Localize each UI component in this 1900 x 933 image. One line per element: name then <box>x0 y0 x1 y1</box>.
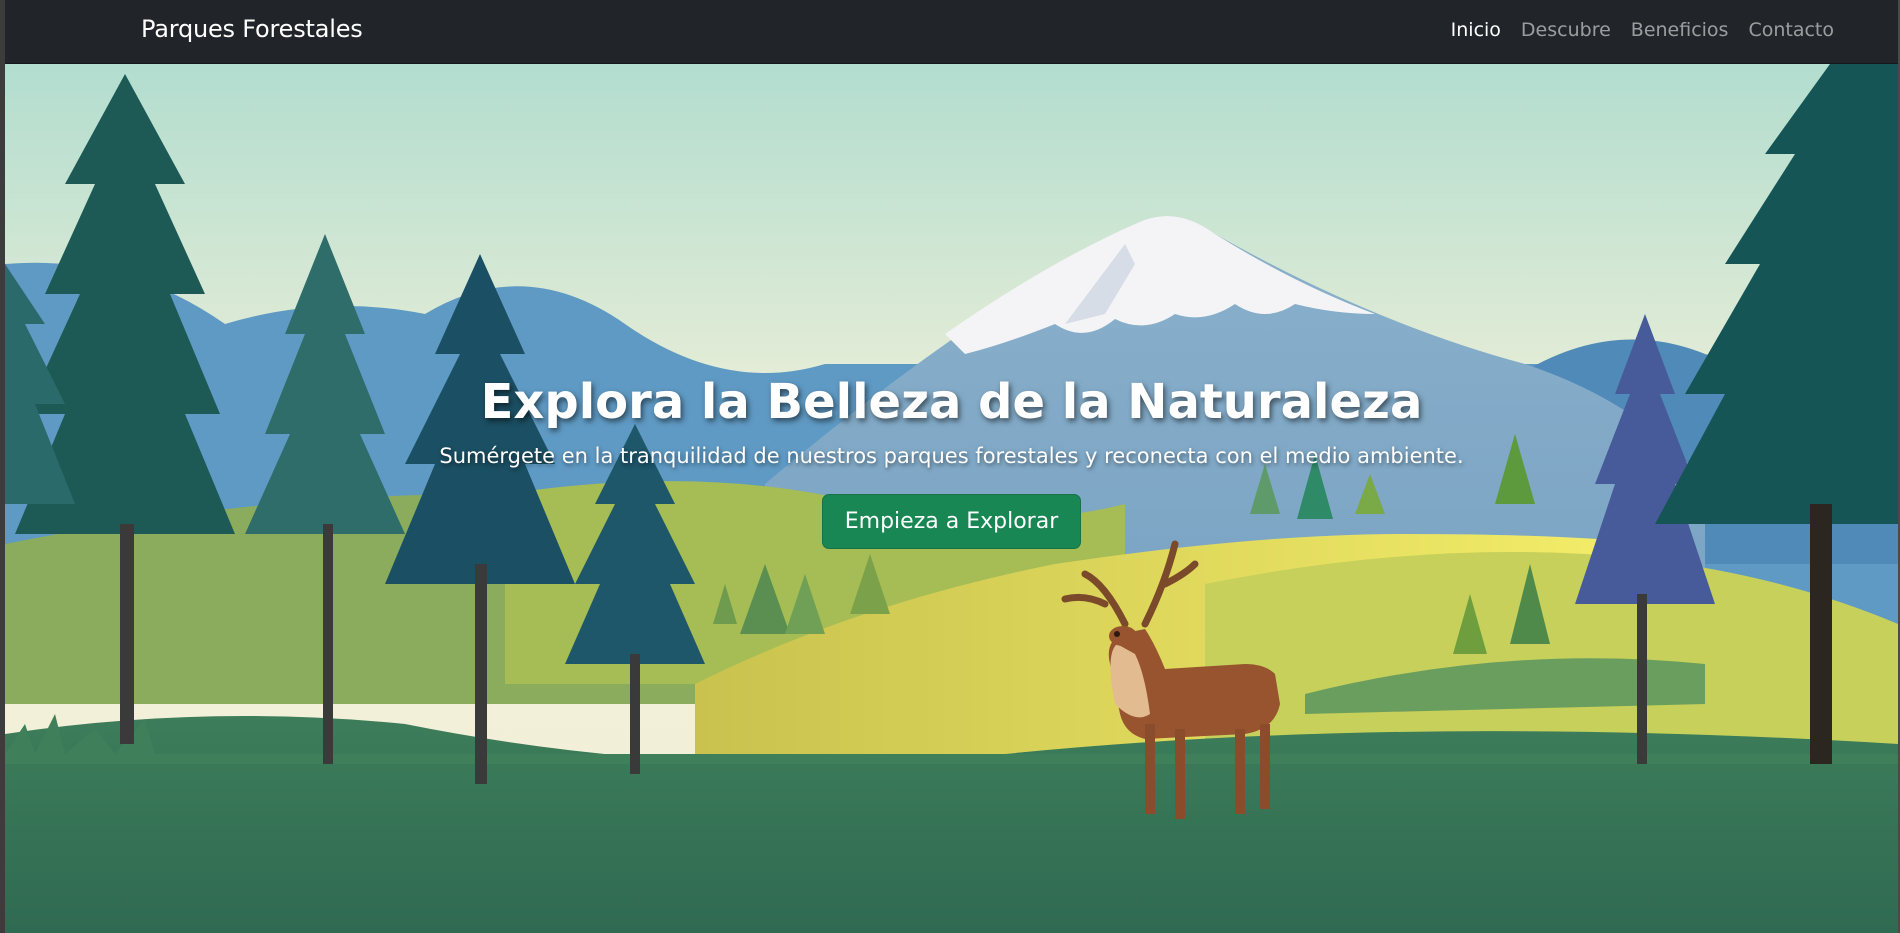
hero-title: Explora la Belleza de la Naturaleza <box>480 374 1423 430</box>
top-navbar: Parques Forestales Inicio Descubre Benef… <box>5 0 1898 64</box>
brand-logo-text[interactable]: Parques Forestales <box>141 15 363 43</box>
nav-link-inicio[interactable]: Inicio <box>1451 19 1501 41</box>
hero-content: Explora la Belleza de la Naturaleza Sumé… <box>5 374 1898 549</box>
hero-section: Explora la Belleza de la Naturaleza Sumé… <box>5 64 1898 933</box>
browser-viewport: Parques Forestales Inicio Descubre Benef… <box>0 0 1900 933</box>
window-edge-left <box>0 0 5 933</box>
nav-link-beneficios[interactable]: Beneficios <box>1631 19 1729 41</box>
nav-links: Inicio Descubre Beneficios Contacto <box>1451 19 1834 41</box>
explore-button[interactable]: Empieza a Explorar <box>821 494 1082 549</box>
nav-link-descubre[interactable]: Descubre <box>1521 19 1611 41</box>
nav-link-contacto[interactable]: Contacto <box>1748 19 1834 41</box>
hero-subtitle: Sumérgete en la tranquilidad de nuestros… <box>439 444 1464 468</box>
